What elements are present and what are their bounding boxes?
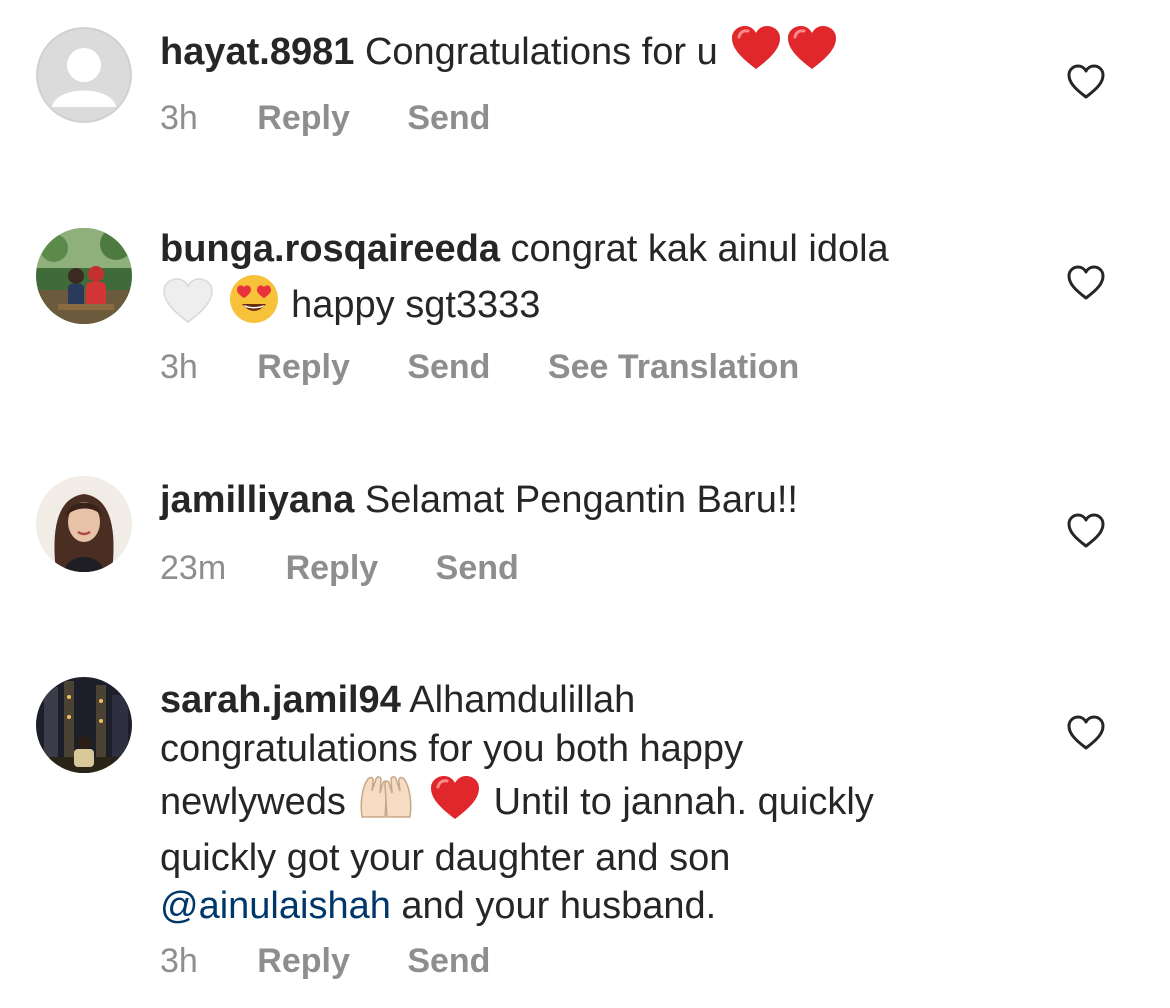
heart-eyes-face-icon [229, 274, 279, 337]
username-link[interactable]: bunga.rosqaireeda [160, 228, 500, 270]
like-heart-icon[interactable] [1066, 511, 1106, 551]
comment-body: congratulations for you both happy [160, 727, 744, 770]
comment-body: happy sgt3333 [291, 283, 541, 326]
mention-link[interactable]: @ainulaishah [160, 885, 391, 927]
comment-body: Congratulations for u [364, 31, 718, 73]
comment-meta: 23m Reply Send [160, 548, 567, 588]
username-link[interactable]: jamilliyana [160, 479, 354, 521]
comment-body: quickly got your daughter and son [160, 836, 731, 879]
like-heart-icon[interactable] [1066, 62, 1106, 102]
comment-text: jamilliyana Selamat Pengantin Baru!! [160, 476, 1020, 525]
comment-text: hayat.8981 Congratulations for u [160, 25, 1020, 84]
avatar[interactable] [36, 27, 132, 123]
red-heart-icon [730, 25, 782, 84]
reply-button[interactable]: Reply [286, 548, 379, 588]
comment-body: Alhamdulillah [409, 679, 636, 721]
reply-button[interactable]: Reply [257, 941, 350, 981]
avatar[interactable] [36, 476, 132, 572]
send-button[interactable]: Send [407, 347, 490, 387]
timestamp: 3h [160, 348, 198, 386]
comment-meta: 3h Reply Send See Translation [160, 347, 847, 387]
comment-meta: 3h Reply Send [160, 98, 538, 138]
comment-body: and your husband. [401, 885, 717, 927]
send-button[interactable]: Send [407, 98, 490, 138]
comment-text: bunga.rosqaireeda congrat kak ainul idol… [160, 225, 1020, 336]
comment-body: Until to jannah. quickly [493, 781, 874, 823]
raising-hands-icon [358, 773, 414, 834]
username-link[interactable]: sarah.jamil94 [160, 679, 401, 721]
red-heart-icon [786, 25, 838, 84]
timestamp: 3h [160, 99, 198, 137]
timestamp: 3h [160, 942, 198, 980]
see-translation-button[interactable]: See Translation [548, 347, 799, 387]
comment-meta: 3h Reply Send [160, 941, 538, 981]
avatar[interactable] [36, 677, 132, 773]
username-link[interactable]: hayat.8981 [160, 31, 354, 73]
avatar[interactable] [36, 228, 132, 324]
reply-button[interactable]: Reply [257, 98, 350, 138]
reply-button[interactable]: Reply [257, 347, 350, 387]
red-heart-icon [429, 775, 481, 834]
comment-body: newlyweds [160, 781, 346, 823]
white-heart-icon [162, 277, 214, 337]
like-heart-icon[interactable] [1066, 263, 1106, 303]
send-button[interactable]: Send [436, 548, 519, 588]
send-button[interactable]: Send [407, 941, 490, 981]
comment-body: congrat kak ainul idola [510, 228, 889, 270]
comment-text: sarah.jamil94 Alhamdulillah congratulati… [160, 676, 1020, 931]
comment-body: Selamat Pengantin Baru!! [364, 479, 798, 521]
timestamp: 23m [160, 549, 227, 587]
like-heart-icon[interactable] [1066, 713, 1106, 753]
